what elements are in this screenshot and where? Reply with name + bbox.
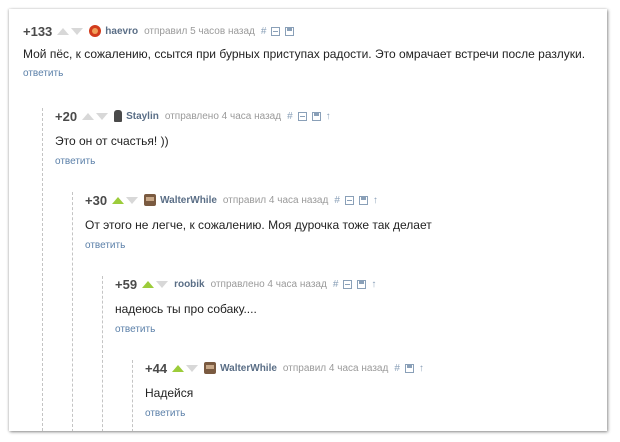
comment-rating: +59: [115, 276, 138, 292]
comment-text: Мой пёс, к сожалению, ссытся при бурных …: [23, 47, 586, 61]
comment-rating: +44: [145, 360, 168, 376]
permalink-icon[interactable]: #: [287, 111, 293, 122]
reply-link[interactable]: ответить: [115, 324, 155, 335]
comment-author[interactable]: WalterWhile: [220, 363, 277, 374]
comment-text: Это он от счастья! )): [55, 134, 169, 148]
comment-1: +133 haevro отправил 5 часов назад # Мой…: [23, 23, 603, 85]
comment-timestamp: отправлено 4 часа назад: [164, 110, 282, 122]
comment-header: +30 WalterWhile отправил 4 часа назад # …: [85, 192, 383, 208]
upvote-arrow-icon[interactable]: [57, 27, 70, 35]
upvote-arrow-icon[interactable]: [82, 112, 95, 120]
comment-rating: +133: [23, 23, 53, 39]
comment-timestamp: отправил 4 часа назад: [222, 194, 329, 206]
comment-timestamp: отправил 4 часа назад: [282, 362, 389, 374]
permalink-icon[interactable]: #: [394, 363, 400, 374]
downvote-arrow-icon[interactable]: [96, 112, 109, 120]
parent-comment-icon[interactable]: ↑: [326, 111, 331, 122]
downvote-arrow-icon[interactable]: [126, 196, 139, 204]
comment-author[interactable]: roobik: [174, 279, 205, 290]
comment-5-body: +44 WalterWhile отправил 4 часа назад # …: [145, 360, 595, 424]
comment-author[interactable]: Staylin: [126, 111, 159, 122]
comment-text: От этого не легче, к сожалению. Моя дуро…: [85, 218, 432, 232]
comment-header: +44 WalterWhile отправил 4 часа назад # …: [145, 360, 429, 376]
comment-4-body: +59 roobik отправлено 4 часа назад # ↑ н…: [115, 276, 595, 340]
downvote-arrow-icon[interactable]: [186, 364, 199, 372]
comment-author[interactable]: haevro: [105, 26, 138, 37]
comment-header: +59 roobik отправлено 4 часа назад # ↑: [115, 276, 381, 292]
reply-link[interactable]: ответить: [145, 408, 185, 419]
parent-comment-icon[interactable]: ↑: [373, 195, 378, 206]
reply-link[interactable]: ответить: [85, 240, 125, 251]
collapse-icon[interactable]: [297, 111, 307, 121]
walterwhile-avatar: [204, 362, 217, 374]
permalink-icon[interactable]: #: [333, 279, 339, 290]
parent-comment-icon[interactable]: ↑: [419, 363, 424, 374]
reply-link[interactable]: ответить: [23, 68, 63, 79]
walterwhile-avatar: [144, 194, 157, 206]
comment-2: +20 Staylin отправлено 4 часа назад # ↑ …: [42, 108, 603, 431]
reply-link[interactable]: ответить: [55, 156, 95, 167]
save-icon[interactable]: [311, 111, 321, 121]
collapse-icon[interactable]: [343, 279, 353, 289]
comment-2-body: +20 Staylin отправлено 4 часа назад # ↑ …: [55, 108, 595, 172]
comment-3-body: +30 WalterWhile отправил 4 часа назад # …: [85, 192, 595, 256]
upvote-arrow-icon[interactable]: [112, 196, 125, 204]
comment-timestamp: отправлено 4 часа назад: [210, 278, 327, 290]
comment-text: надеюсь ты про собаку....: [115, 302, 257, 316]
parent-comment-icon[interactable]: ↑: [371, 279, 376, 290]
comment-3: +30 WalterWhile отправил 4 часа назад # …: [72, 192, 603, 431]
comment-header: +20 Staylin отправлено 4 часа назад # ↑: [55, 108, 336, 124]
collapse-icon[interactable]: [271, 26, 281, 36]
upvote-arrow-icon[interactable]: [172, 364, 185, 372]
upvote-arrow-icon[interactable]: [142, 280, 155, 288]
downvote-arrow-icon[interactable]: [71, 27, 84, 35]
comment-4: +59 roobik отправлено 4 часа назад # ↑ н…: [102, 276, 603, 431]
comment-text: Надейся: [145, 386, 194, 400]
comment-thread: +133 haevro отправил 5 часов назад # Мой…: [9, 9, 607, 431]
permalink-icon[interactable]: #: [334, 195, 340, 206]
save-icon[interactable]: [404, 363, 414, 373]
staylin-avatar: [114, 110, 123, 122]
collapse-icon[interactable]: [344, 195, 354, 205]
comment-header: +133 haevro отправил 5 часов назад #: [23, 23, 299, 39]
downvote-arrow-icon[interactable]: [156, 280, 169, 288]
comment-rating: +20: [55, 108, 78, 124]
comment-author[interactable]: WalterWhile: [160, 195, 217, 206]
permalink-icon[interactable]: #: [261, 26, 267, 37]
haevro-avatar: [89, 25, 102, 37]
comment-5: +44 WalterWhile отправил 4 часа назад # …: [132, 360, 603, 431]
save-icon[interactable]: [285, 26, 295, 36]
save-icon[interactable]: [357, 279, 367, 289]
comment-rating: +30: [85, 192, 108, 208]
comment-timestamp: отправил 5 часов назад: [144, 25, 255, 37]
save-icon[interactable]: [358, 195, 368, 205]
